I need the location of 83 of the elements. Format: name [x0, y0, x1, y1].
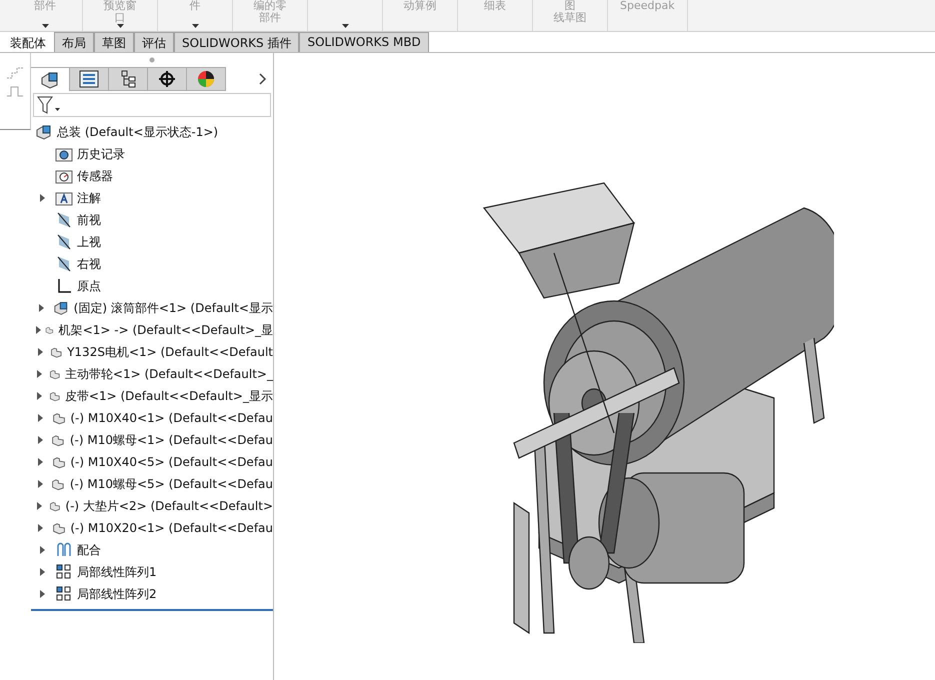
expand-arrow-icon[interactable] [38, 304, 44, 312]
plane-icon [55, 234, 73, 250]
expand-arrow-icon[interactable] [38, 348, 43, 356]
dropdown-caret-icon[interactable] [42, 24, 48, 28]
tree-item[interactable]: (固定) 滚筒部件<1> (Default<显示 [31, 297, 273, 319]
expand-arrow-icon[interactable] [37, 392, 42, 400]
assembly-icon [35, 124, 53, 140]
tree-item[interactable]: 注解 [31, 187, 273, 209]
tree-item[interactable]: 机架<1> -> (Default<<Default>_显 [31, 319, 273, 341]
plane-icon [55, 256, 73, 272]
expand-arrow-icon[interactable] [40, 590, 44, 598]
expand-arrow-icon[interactable] [37, 370, 42, 378]
tree-item[interactable]: (-) M10X40<5> (Default<<Defau [31, 451, 273, 473]
tree-item[interactable]: 上视 [31, 231, 273, 253]
tree-item[interactable]: (-) M10X20<1> (Default<<Defau [31, 517, 273, 539]
tree-item[interactable]: 配合 [31, 539, 273, 561]
pattern-icon [55, 586, 73, 602]
expand-arrow-icon[interactable] [37, 502, 42, 510]
expand-arrow-icon[interactable] [40, 568, 44, 576]
tree-item[interactable]: 右视 [31, 253, 273, 275]
toolbar-label: 动算例 [404, 0, 436, 12]
ribbon-tab[interactable]: 评估 [134, 32, 174, 52]
tree-item[interactable]: 局部线性阵列2 [31, 583, 273, 605]
panel-tab[interactable] [148, 67, 187, 91]
panel-tab[interactable] [187, 67, 226, 91]
chevron-right-icon[interactable] [259, 73, 267, 85]
stairs-icon [6, 65, 24, 79]
annotation-folder-icon [55, 190, 73, 206]
history-folder-icon [55, 146, 73, 162]
tree-item[interactable]: 皮带<1> (Default<<Default>_显示 [31, 385, 273, 407]
expand-arrow-icon[interactable] [38, 458, 44, 466]
tree-item[interactable]: 总装 (Default<显示状态-1>) [31, 121, 273, 143]
tree-item[interactable]: (-) M10X40<1> (Default<<Defau [31, 407, 273, 429]
dropdown-caret-icon[interactable] [342, 24, 348, 28]
pulse-icon [6, 85, 24, 97]
panel-tab[interactable] [70, 67, 109, 91]
expand-arrow-icon[interactable] [38, 524, 44, 532]
toolbar-label: 口 [114, 12, 126, 24]
ribbon-tab[interactable]: 草图 [94, 32, 134, 52]
ribbon-tab[interactable]: 布局 [54, 32, 94, 52]
expand-arrow-icon[interactable] [40, 194, 44, 202]
expand-arrow-icon[interactable] [38, 436, 44, 444]
toolbar-label: 编的零 [254, 0, 286, 12]
sensor-folder-icon [55, 168, 73, 184]
plane-icon [55, 212, 73, 228]
property-list-icon [79, 70, 99, 88]
toolbar-label: 细表 [484, 0, 506, 12]
tree-item[interactable]: 历史记录 [31, 143, 273, 165]
color-wheel-icon [196, 70, 216, 88]
paperclip-icon [55, 542, 73, 558]
expand-arrow-icon[interactable] [36, 326, 42, 334]
tree-item[interactable]: (-) M10螺母<1> (Default<<Defau [31, 429, 273, 451]
feature-tree-icon [40, 70, 60, 88]
tree-item[interactable]: 前视 [31, 209, 273, 231]
toolbar-label: 图 [564, 0, 576, 12]
tree-item[interactable]: 局部线性阵列1 [31, 561, 273, 583]
dropdown-caret-icon[interactable] [116, 24, 124, 28]
ribbon-tab[interactable]: SOLIDWORKS 插件 [174, 32, 300, 52]
tree-item[interactable]: 传感器 [31, 165, 273, 187]
expand-arrow-icon[interactable] [40, 546, 44, 554]
crosshair-icon [157, 70, 177, 88]
toolbar-label: 线草图 [554, 12, 586, 24]
panel-tab[interactable] [31, 67, 70, 91]
expand-arrow-icon[interactable] [38, 414, 44, 422]
tree-item[interactable]: 原点 [31, 275, 273, 297]
tree-item[interactable]: (-) 大垫片<2> (Default<<Default> [31, 495, 273, 517]
tree-item[interactable]: Y132S电机<1> (Default<<Default [31, 341, 273, 363]
funnel-icon [37, 96, 61, 114]
panel-tab[interactable] [109, 67, 148, 91]
toolbar-label: 预览窗 [104, 0, 136, 12]
tree-item[interactable]: (-) M10螺母<5> (Default<<Defau [31, 473, 273, 495]
ribbon-tab[interactable]: SOLIDWORKS MBD [299, 32, 429, 52]
pattern-icon [55, 564, 73, 580]
filter-field[interactable] [33, 93, 271, 117]
grip-dot-icon [149, 57, 155, 63]
dropdown-caret-icon[interactable] [192, 24, 198, 28]
toolbar-label: 部件 [34, 0, 56, 12]
expand-arrow-icon[interactable] [38, 480, 44, 488]
toolbar-label: 部件 [259, 12, 281, 24]
assembly-icon [53, 300, 70, 316]
tree-item[interactable]: 主动带轮<1> (Default<<Default>_ [31, 363, 273, 385]
toolbar-label: 件 [190, 0, 200, 12]
toolbar-label: Speedpak [620, 0, 675, 12]
